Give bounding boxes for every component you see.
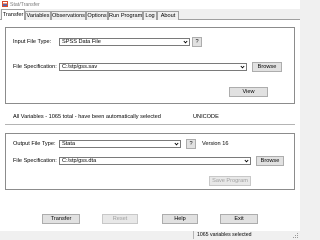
help-button[interactable]: Help: [162, 214, 198, 224]
input-file-type-select[interactable]: SPSS Data File: [59, 38, 190, 46]
chevron-down-icon: [240, 65, 245, 69]
tab-log[interactable]: Log: [143, 11, 157, 20]
input-file-spec-value: C:/stp/gss.sav: [62, 64, 98, 70]
encoding-label: UNICODE: [193, 114, 219, 120]
tab-run-program[interactable]: Run Program: [108, 11, 143, 20]
title-bar: [0, 0, 300, 9]
input-file-type-value: SPSS Data File: [62, 39, 101, 45]
output-file-spec-label: File Specification:: [13, 158, 57, 164]
input-file-type-label: Input File Type:: [13, 39, 52, 45]
version-label: Version 16: [202, 141, 229, 147]
output-browse-button[interactable]: Browse: [256, 156, 284, 166]
app-icon: [2, 1, 8, 7]
divider: [5, 124, 295, 125]
output-file-type-label: Output File Type:: [13, 141, 56, 147]
transfer-button[interactable]: Transfer: [42, 214, 80, 224]
output-file-type-select[interactable]: Stata: [59, 140, 181, 148]
chevron-down-icon: [174, 142, 179, 146]
input-file-spec-label: File Specification:: [13, 64, 57, 70]
variables-status-text: All Variables - 1065 total - have been a…: [13, 114, 161, 120]
tab-observations[interactable]: Observations: [51, 11, 86, 20]
reset-button[interactable]: Reset: [102, 214, 138, 224]
tab-variables[interactable]: Variables: [25, 11, 51, 20]
status-divider: [193, 231, 194, 239]
chevron-down-icon: [244, 159, 249, 163]
output-file-spec-field[interactable]: C:/stp/gss.dta: [59, 157, 251, 165]
output-file-spec-value: C:/stp/gss.dta: [62, 158, 97, 164]
input-browse-button[interactable]: Browse: [252, 62, 282, 72]
view-button[interactable]: View: [229, 87, 268, 97]
tab-options[interactable]: Options: [86, 11, 108, 20]
save-program-button[interactable]: Save Program: [209, 176, 251, 186]
output-help-button[interactable]: ?: [186, 139, 196, 149]
input-file-spec-field[interactable]: C:/stp/gss.sav: [59, 63, 247, 71]
status-bar: [0, 231, 300, 239]
exit-button[interactable]: Exit: [220, 214, 258, 224]
tab-transfer[interactable]: Transfer: [1, 9, 25, 20]
window-title: Stat/Transfer: [10, 1, 40, 8]
status-text: 1065 variables selected: [197, 232, 252, 238]
tab-about[interactable]: About: [157, 11, 179, 20]
output-file-type-value: Stata: [62, 141, 76, 147]
input-help-button[interactable]: ?: [192, 37, 202, 47]
chevron-down-icon: [183, 40, 188, 44]
resize-grip-icon[interactable]: [292, 232, 299, 239]
